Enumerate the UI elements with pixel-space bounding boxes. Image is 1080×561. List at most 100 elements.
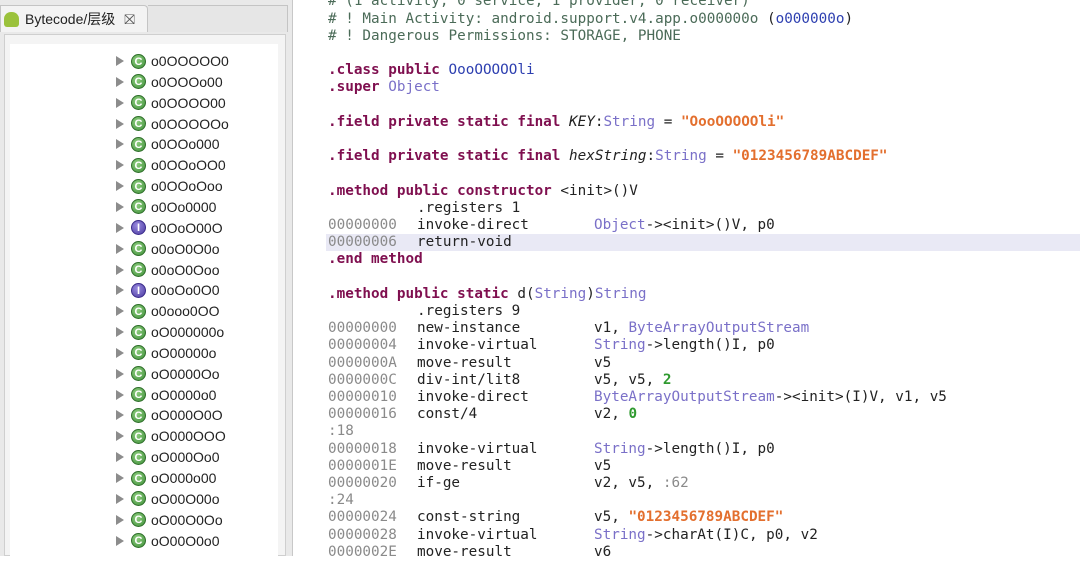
tree-item[interactable]: CoO000o00 (10, 468, 278, 488)
expand-arrow-icon[interactable] (116, 347, 124, 358)
expand-arrow-icon[interactable] (116, 306, 124, 317)
expand-arrow-icon[interactable] (116, 452, 124, 463)
tree-item[interactable]: CoO00000o (10, 343, 278, 363)
tree-item[interactable]: Co0OOOo00 (10, 72, 278, 92)
tree-item-label: oO000O0O (151, 407, 223, 424)
tree-item[interactable]: CoO000OOO (10, 426, 278, 446)
tree-item[interactable]: CoO000000o (10, 322, 278, 342)
close-icon[interactable]: ⛝ (124, 11, 135, 28)
expand-arrow-icon[interactable] (116, 535, 124, 546)
code-token: o000000o (775, 10, 845, 27)
code-opcode: invoke-virtual (417, 526, 538, 543)
code-address: 00000006 (328, 234, 397, 251)
tree-item[interactable]: CoO0000o0 (10, 385, 278, 405)
expand-arrow-icon[interactable] (116, 431, 124, 442)
code-token: # ! Dangerous Permissions: STORAGE, PHON… (328, 27, 681, 44)
code-text: .end method (328, 251, 423, 268)
hierarchy-panel: Bytecode/层级 ⛝ Co0OOOOO0 Co0OOOo00 Co0OOOO0… (0, 0, 293, 556)
tree-item-label: oO000OOO (151, 428, 226, 445)
expand-arrow-icon[interactable] (116, 264, 124, 275)
expand-arrow-icon[interactable] (116, 493, 124, 504)
code-token: ->length()I, p0 (645, 440, 775, 457)
code-token: .method public static (328, 285, 518, 302)
expand-arrow-icon[interactable] (116, 327, 124, 338)
tree-item-label: o0OOoOoo (151, 178, 223, 195)
class-icon: C (131, 199, 146, 215)
tree-item-label: o0OOOO00 (151, 94, 226, 111)
class-icon: C (131, 533, 146, 549)
expand-arrow-icon[interactable] (116, 410, 124, 421)
class-icon: C (131, 345, 146, 361)
expand-arrow-icon[interactable] (116, 222, 124, 233)
expand-arrow-icon[interactable] (116, 473, 124, 483)
code-line: 0000000C div-int/lit8 v5, v5, 2 (326, 372, 1080, 389)
code-line: 00000000 invoke-direct Object-><init>()V, … (326, 217, 1080, 234)
code-text: .field private static final KEY:String =… (328, 114, 784, 131)
tree-item[interactable]: Co0oO0O0o (10, 239, 278, 259)
expand-arrow-icon[interactable] (116, 514, 124, 525)
code-token: :24 (328, 492, 354, 509)
expand-arrow-icon[interactable] (116, 243, 124, 254)
code-token: d( (517, 285, 535, 302)
tree-item-label: o0OOo000 (151, 136, 220, 153)
tree-item-label: o0OOOOO0 (151, 53, 229, 69)
expand-arrow-icon[interactable] (116, 285, 124, 296)
code-line: .field private static final hexString:St… (326, 148, 1080, 165)
expand-arrow-icon[interactable] (116, 56, 124, 66)
tree-item[interactable]: Co0OOoOoo (10, 176, 278, 196)
code-opcode: div-int/lit8 (417, 371, 521, 388)
code-opcode: const/4 (417, 406, 478, 423)
code-token: # ! Main Activity: android.support.v4.ap… (328, 10, 767, 27)
expand-arrow-icon[interactable] (116, 76, 124, 87)
tree-item-label: o0oOo0O0 (151, 282, 220, 299)
expand-arrow-icon[interactable] (116, 181, 124, 192)
code-operands: v5, "0123456789ABCDEF" (594, 509, 783, 526)
expand-arrow-icon[interactable] (116, 201, 124, 212)
tree-item[interactable]: CoO00O0Oo (10, 510, 278, 530)
tree-item[interactable]: CoO00O00o (10, 489, 278, 509)
tree-item[interactable]: Co0OOOOOo (10, 114, 278, 134)
code-line: .field private static final KEY:String =… (326, 114, 1080, 131)
code-line: 00000018 invoke-virtual String->length()I,… (326, 441, 1080, 458)
class-icon: C (131, 512, 146, 528)
code-operands: ByteArrayOutputStream-><init>(I)V, v1, v… (594, 389, 947, 406)
code-token: String (594, 440, 646, 457)
expand-arrow-icon[interactable] (116, 118, 124, 129)
code-token: ) (586, 285, 595, 302)
code-token: hexString (569, 148, 647, 165)
code-token: ->charAt(I)C, p0, v2 (645, 526, 818, 543)
code-line: 0000000A move-result v5 (326, 355, 1080, 372)
tree-item[interactable]: Io0oOo0O0 (10, 280, 278, 300)
code-address: 00000000 (328, 320, 397, 337)
tree-item[interactable]: Co0OOOO00 (10, 93, 278, 113)
code-line: .method public static d(String)String (326, 286, 1080, 303)
class-tree[interactable]: Co0OOOOO0 Co0OOOo00 Co0OOOO00 Co0OOOOOo Co0O… (10, 44, 278, 556)
code-address: 00000028 (328, 526, 397, 543)
code-token: -><init>()V, p0 (645, 217, 775, 233)
smali-code-view[interactable]: # (1 activity, 0 service, 1 provider, 0 … (326, 0, 1080, 560)
tree-item[interactable]: Co0OOOOO0 (10, 51, 278, 71)
tree-item[interactable]: Co0OOo000 (10, 134, 278, 154)
tree-item[interactable]: Io0OoO00O (10, 218, 278, 238)
code-opcode: .registers 9 (417, 303, 521, 319)
tree-item[interactable]: Co0ooo0OO (10, 301, 278, 321)
tree-item-label: o0OOOOOo (151, 115, 229, 132)
expand-arrow-icon[interactable] (116, 139, 124, 150)
tree-item[interactable]: CoO0000Oo (10, 364, 278, 384)
tab-bytecode-hierarchy[interactable]: Bytecode/层级 ⛝ (0, 5, 148, 32)
expand-arrow-icon[interactable] (116, 97, 124, 108)
tree-item[interactable]: CoO00O0o0 (10, 531, 278, 551)
expand-arrow-icon[interactable] (116, 389, 124, 400)
expand-arrow-icon[interactable] (116, 368, 124, 379)
class-icon: C (131, 95, 146, 111)
tree-item[interactable]: CoO000Oo0 (10, 447, 278, 467)
code-token: :62 (662, 475, 689, 491)
tree-item-label: oO000Oo0 (151, 449, 220, 466)
tree-item[interactable]: Co0oO0Ooo (10, 260, 278, 280)
tree-item[interactable]: Co0OOoOO0 (10, 155, 278, 175)
expand-arrow-icon[interactable] (116, 160, 124, 171)
code-text: # ! Main Activity: android.support.v4.ap… (328, 11, 853, 28)
tree-item[interactable]: Co0Oo0000 (10, 197, 278, 217)
tree-item[interactable]: CoO000O0O (10, 405, 278, 425)
